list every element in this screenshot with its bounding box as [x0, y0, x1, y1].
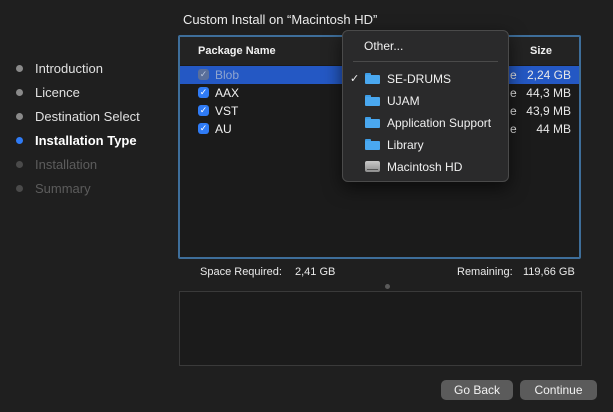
package-checkbox-vst[interactable]: ✓: [198, 105, 209, 116]
folder-icon: [365, 73, 380, 84]
package-checkbox-aax[interactable]: ✓: [198, 87, 209, 98]
package-name: Blob: [215, 68, 240, 82]
continue-button[interactable]: Continue: [520, 380, 597, 400]
location-popup-menu[interactable]: Other... ✓ SE-DRUMS UJAM Application Sup…: [342, 30, 509, 182]
menu-item-library[interactable]: Library: [343, 134, 508, 156]
step-installation-type: Installation Type: [16, 128, 140, 152]
package-size: 43,9 MB: [526, 104, 571, 118]
package-action: e: [510, 122, 517, 136]
package-name: VST: [215, 104, 239, 118]
space-summary: Space Required: 2,41 GB Remaining: 119,6…: [180, 262, 581, 282]
step-introduction: Introduction: [16, 56, 140, 80]
checkmark-icon: ✓: [350, 73, 360, 85]
go-back-button[interactable]: Go Back: [441, 380, 513, 400]
package-description-box: [179, 291, 582, 366]
step-bullet-icon: [16, 184, 23, 192]
hard-disk-icon: [365, 161, 380, 172]
column-header-package-name[interactable]: Package Name: [198, 45, 276, 57]
folder-icon: [365, 95, 380, 106]
folder-icon: [365, 139, 380, 150]
step-bullet-icon: [16, 136, 23, 144]
menu-separator: [353, 61, 498, 62]
window-title: Custom Install on “Macintosh HD”: [183, 12, 378, 27]
package-size: 44 MB: [536, 122, 571, 136]
package-name: AU: [215, 122, 232, 136]
folder-icon: [365, 117, 380, 128]
menu-item-other[interactable]: Other...: [364, 39, 403, 53]
space-required-value: 2,41 GB: [295, 266, 336, 278]
menu-item-ujam[interactable]: UJAM: [343, 90, 508, 112]
package-checkbox-blob: ✓: [198, 69, 209, 80]
column-header-size[interactable]: Size: [530, 45, 552, 57]
package-size: 2,24 GB: [526, 68, 571, 82]
step-bullet-icon: [16, 160, 23, 168]
package-action: e: [510, 104, 517, 118]
menu-item-application-support[interactable]: Application Support: [343, 112, 508, 134]
space-remaining-label: Remaining:: [457, 266, 513, 278]
step-bullet-icon: [16, 64, 23, 72]
step-bullet-icon: [16, 112, 23, 120]
menu-item-se-drums[interactable]: ✓ SE-DRUMS: [343, 68, 508, 90]
package-name: AAX: [215, 86, 240, 100]
package-action: e: [510, 68, 517, 82]
split-view-handle[interactable]: [385, 284, 390, 289]
package-checkbox-au[interactable]: ✓: [198, 123, 209, 134]
step-destination-select: Destination Select: [16, 104, 140, 128]
installer-steps: Introduction Licence Destination Select …: [16, 56, 140, 200]
space-required-label: Space Required:: [200, 266, 282, 278]
step-bullet-icon: [16, 88, 23, 96]
step-installation: Installation: [16, 152, 140, 176]
menu-item-macintosh-hd[interactable]: Macintosh HD: [343, 156, 508, 178]
step-licence: Licence: [16, 80, 140, 104]
step-summary: Summary: [16, 176, 140, 200]
package-size: 44,3 MB: [526, 86, 571, 100]
package-action: e: [510, 86, 517, 100]
space-remaining-value: 119,66 GB: [523, 266, 575, 278]
